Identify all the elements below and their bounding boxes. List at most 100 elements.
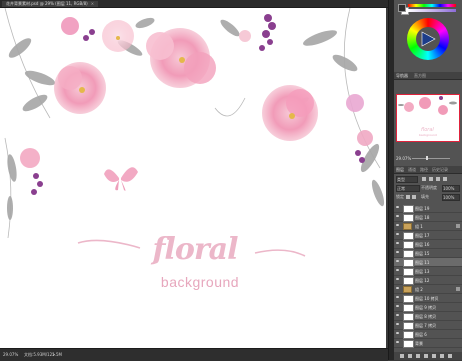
link-layers-icon[interactable] — [400, 354, 404, 358]
visibility-eye-icon[interactable] — [396, 242, 399, 245]
layer-name: 图层 12 — [415, 278, 430, 283]
lock-row: 锁定 填充 100% — [396, 194, 460, 201]
filter-adjustment-icon[interactable] — [429, 177, 433, 181]
visibility-eye-icon[interactable] — [396, 296, 399, 299]
new-group-icon[interactable] — [432, 354, 436, 358]
layer-list: 图层 19 图层 18 组 1 图层 17 图层 16 图层 15 图层 11 图层 13 图层… — [394, 204, 462, 350]
saturation-slider[interactable] — [408, 9, 456, 12]
color-swatches[interactable] — [398, 4, 409, 15]
visibility-eye-icon[interactable] — [396, 341, 399, 344]
lock-pixels-icon[interactable] — [406, 195, 410, 199]
add-mask-icon[interactable] — [416, 354, 420, 358]
navigator-zoom-knob[interactable] — [426, 156, 428, 160]
canvas[interactable]: floral background — [0, 8, 386, 348]
new-layer-icon[interactable] — [440, 354, 444, 358]
visibility-eye-icon[interactable] — [396, 323, 399, 326]
blend-mode-value: 正常 — [397, 186, 405, 191]
layer-name: 图层 7 拷贝 — [415, 323, 437, 328]
layer-name: 图层 6 — [415, 332, 427, 337]
navigator-zoom-slider[interactable] — [412, 158, 450, 159]
visibility-eye-icon[interactable] — [396, 233, 399, 236]
visibility-eye-icon[interactable] — [396, 206, 399, 209]
layer-style-icon[interactable] — [408, 354, 412, 358]
photoshop-window: 花卉背景素材.psd @ 29% (图层 11, RGB/8) × floral… — [0, 0, 462, 361]
visibility-eye-icon[interactable] — [396, 251, 399, 254]
tab-histogram[interactable]: 直方图 — [414, 73, 426, 79]
layer-name: 图层 8 拷贝 — [415, 314, 437, 319]
visibility-eye-icon[interactable] — [396, 215, 399, 218]
fill-value: 100% — [443, 195, 455, 200]
layer-group-row[interactable]: 组 1 — [394, 222, 462, 231]
status-bar: 29.07% 文档:5.93M/121.5M > — [0, 348, 388, 361]
navigator-thumbnail[interactable]: floral background — [396, 94, 460, 142]
filter-pixel-icon[interactable] — [422, 177, 426, 181]
hue-slider[interactable] — [408, 4, 456, 7]
visibility-eye-icon[interactable] — [396, 224, 399, 227]
layer-row[interactable]: 图层 17 — [394, 231, 462, 240]
folder-icon — [403, 286, 412, 293]
layer-row[interactable]: 图层 15 — [394, 249, 462, 258]
visibility-eye-icon[interactable] — [396, 269, 399, 272]
layer-effects-icon[interactable] — [456, 287, 460, 291]
layer-kind-label: 类型 — [397, 177, 405, 182]
document-tab-title: 花卉背景素材.psd @ 29% (图层 11, RGB/8) — [6, 1, 88, 6]
color-wheel-center — [416, 27, 440, 51]
navigator-zoom-value[interactable]: 29.07% — [396, 156, 411, 161]
tab-channels[interactable]: 通道 — [408, 167, 416, 173]
layer-thumbnail — [403, 214, 414, 222]
layer-row[interactable]: 图层 7 拷贝 — [394, 321, 462, 330]
color-wheel[interactable] — [407, 18, 449, 60]
blend-mode-select[interactable]: 正常 — [396, 185, 420, 192]
layer-row[interactable]: 图层 8 拷贝 — [394, 312, 462, 321]
delete-layer-icon[interactable] — [448, 354, 452, 358]
filter-type-icon[interactable] — [436, 177, 440, 181]
layer-row[interactable]: 图层 9 拷贝 — [394, 303, 462, 312]
layer-group-row[interactable]: 组 2 — [394, 285, 462, 294]
layer-kind-filter[interactable]: 类型 — [396, 176, 418, 183]
visibility-eye-icon[interactable] — [396, 260, 399, 263]
layer-name: 图层 15 — [415, 251, 430, 256]
layer-row[interactable]: 图层 18 — [394, 213, 462, 222]
tab-navigator[interactable]: 导航器 — [396, 73, 408, 79]
layer-name: 背景 — [415, 341, 423, 346]
status-zoom[interactable]: 29.07% — [3, 352, 18, 357]
layer-effects-icon[interactable] — [456, 224, 460, 228]
lock-position-icon[interactable] — [412, 195, 416, 199]
layer-thumbnail — [403, 295, 414, 303]
opacity-input[interactable]: 100% — [442, 185, 460, 192]
color-panel — [394, 0, 462, 70]
layer-name: 组 1 — [415, 224, 423, 229]
tab-paths[interactable]: 路径 — [420, 167, 428, 173]
visibility-eye-icon[interactable] — [396, 287, 399, 290]
right-panel-dock: 导航器 直方图 floral background 29.07% 图层 通道 路… — [394, 0, 462, 360]
tab-layers[interactable]: 图层 — [396, 167, 404, 173]
layer-row[interactable]: 图层 13 — [394, 267, 462, 276]
color-triangle-icon[interactable] — [419, 30, 437, 48]
visibility-eye-icon[interactable] — [396, 305, 399, 308]
filter-shape-icon[interactable] — [443, 177, 447, 181]
visibility-eye-icon[interactable] — [396, 332, 399, 335]
layer-row[interactable]: 图层 11 — [394, 258, 462, 267]
fill-input[interactable]: 100% — [442, 194, 460, 201]
layers-bottom-toolbar — [394, 352, 462, 360]
layer-thumbnail — [403, 322, 414, 330]
layer-name: 图层 16 — [415, 242, 430, 247]
layer-row[interactable]: 图层 6 — [394, 330, 462, 339]
layer-name: 图层 10 拷贝 — [415, 296, 439, 301]
layer-row[interactable]: 背景 — [394, 339, 462, 348]
foreground-color-swatch[interactable] — [398, 4, 406, 12]
visibility-eye-icon[interactable] — [396, 314, 399, 317]
butterfly — [104, 167, 138, 191]
layer-row[interactable]: 图层 10 拷贝 — [394, 294, 462, 303]
document-tab[interactable]: 花卉背景素材.psd @ 29% (图层 11, RGB/8) × — [2, 1, 99, 7]
visibility-eye-icon[interactable] — [396, 278, 399, 281]
status-menu-arrow[interactable]: > — [52, 352, 55, 357]
layers-panel: 图层 通道 路径 历史记录 类型 正常 不透明度 100% 锁定 填充 100%… — [394, 166, 462, 360]
layer-row[interactable]: 图层 19 — [394, 204, 462, 213]
layer-row[interactable]: 图层 16 — [394, 240, 462, 249]
adjustment-layer-icon[interactable] — [424, 354, 428, 358]
layer-name: 图层 19 — [415, 206, 430, 211]
layer-row[interactable]: 图层 12 — [394, 276, 462, 285]
tab-history[interactable]: 历史记录 — [432, 167, 448, 173]
close-icon[interactable]: × — [91, 1, 94, 6]
